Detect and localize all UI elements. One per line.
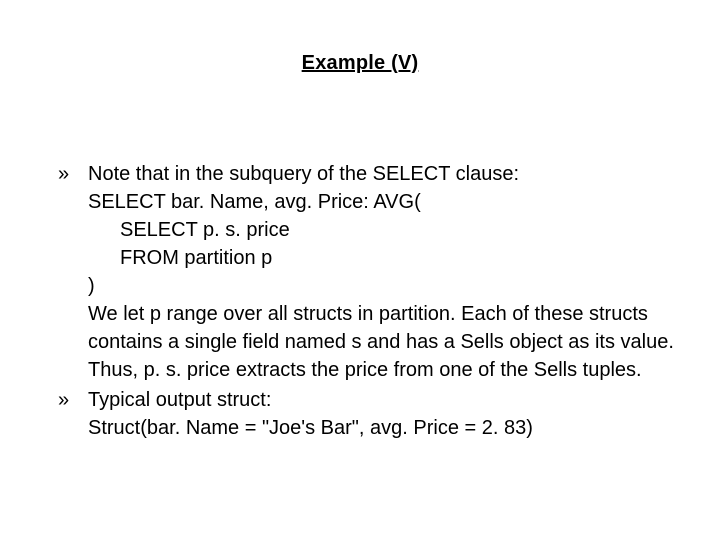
slide-body: » Note that in the subquery of the SELEC…: [58, 160, 720, 444]
slide-title: Example (V): [0, 52, 720, 75]
text-line: We let p range over all structs in parti…: [88, 300, 720, 384]
bullet-item: » Typical output struct: Struct(bar. Nam…: [58, 386, 720, 442]
slide: Example (V) » Note that in the subquery …: [0, 0, 720, 540]
text-line: Struct(bar. Name = "Joe's Bar", avg. Pri…: [88, 414, 720, 442]
text-line: ): [88, 272, 720, 300]
bullet-marker: »: [58, 160, 88, 188]
text-line: SELECT p. s. price: [88, 216, 720, 244]
bullet-item: » Note that in the subquery of the SELEC…: [58, 160, 720, 384]
text-line: Note that in the subquery of the SELECT …: [88, 160, 720, 188]
bullet-content: Note that in the subquery of the SELECT …: [88, 160, 720, 384]
text-line: Typical output struct:: [88, 386, 720, 414]
text-line: FROM partition p: [88, 244, 720, 272]
bullet-marker: »: [58, 386, 88, 414]
text-line: SELECT bar. Name, avg. Price: AVG(: [88, 188, 720, 216]
bullet-content: Typical output struct: Struct(bar. Name …: [88, 386, 720, 442]
